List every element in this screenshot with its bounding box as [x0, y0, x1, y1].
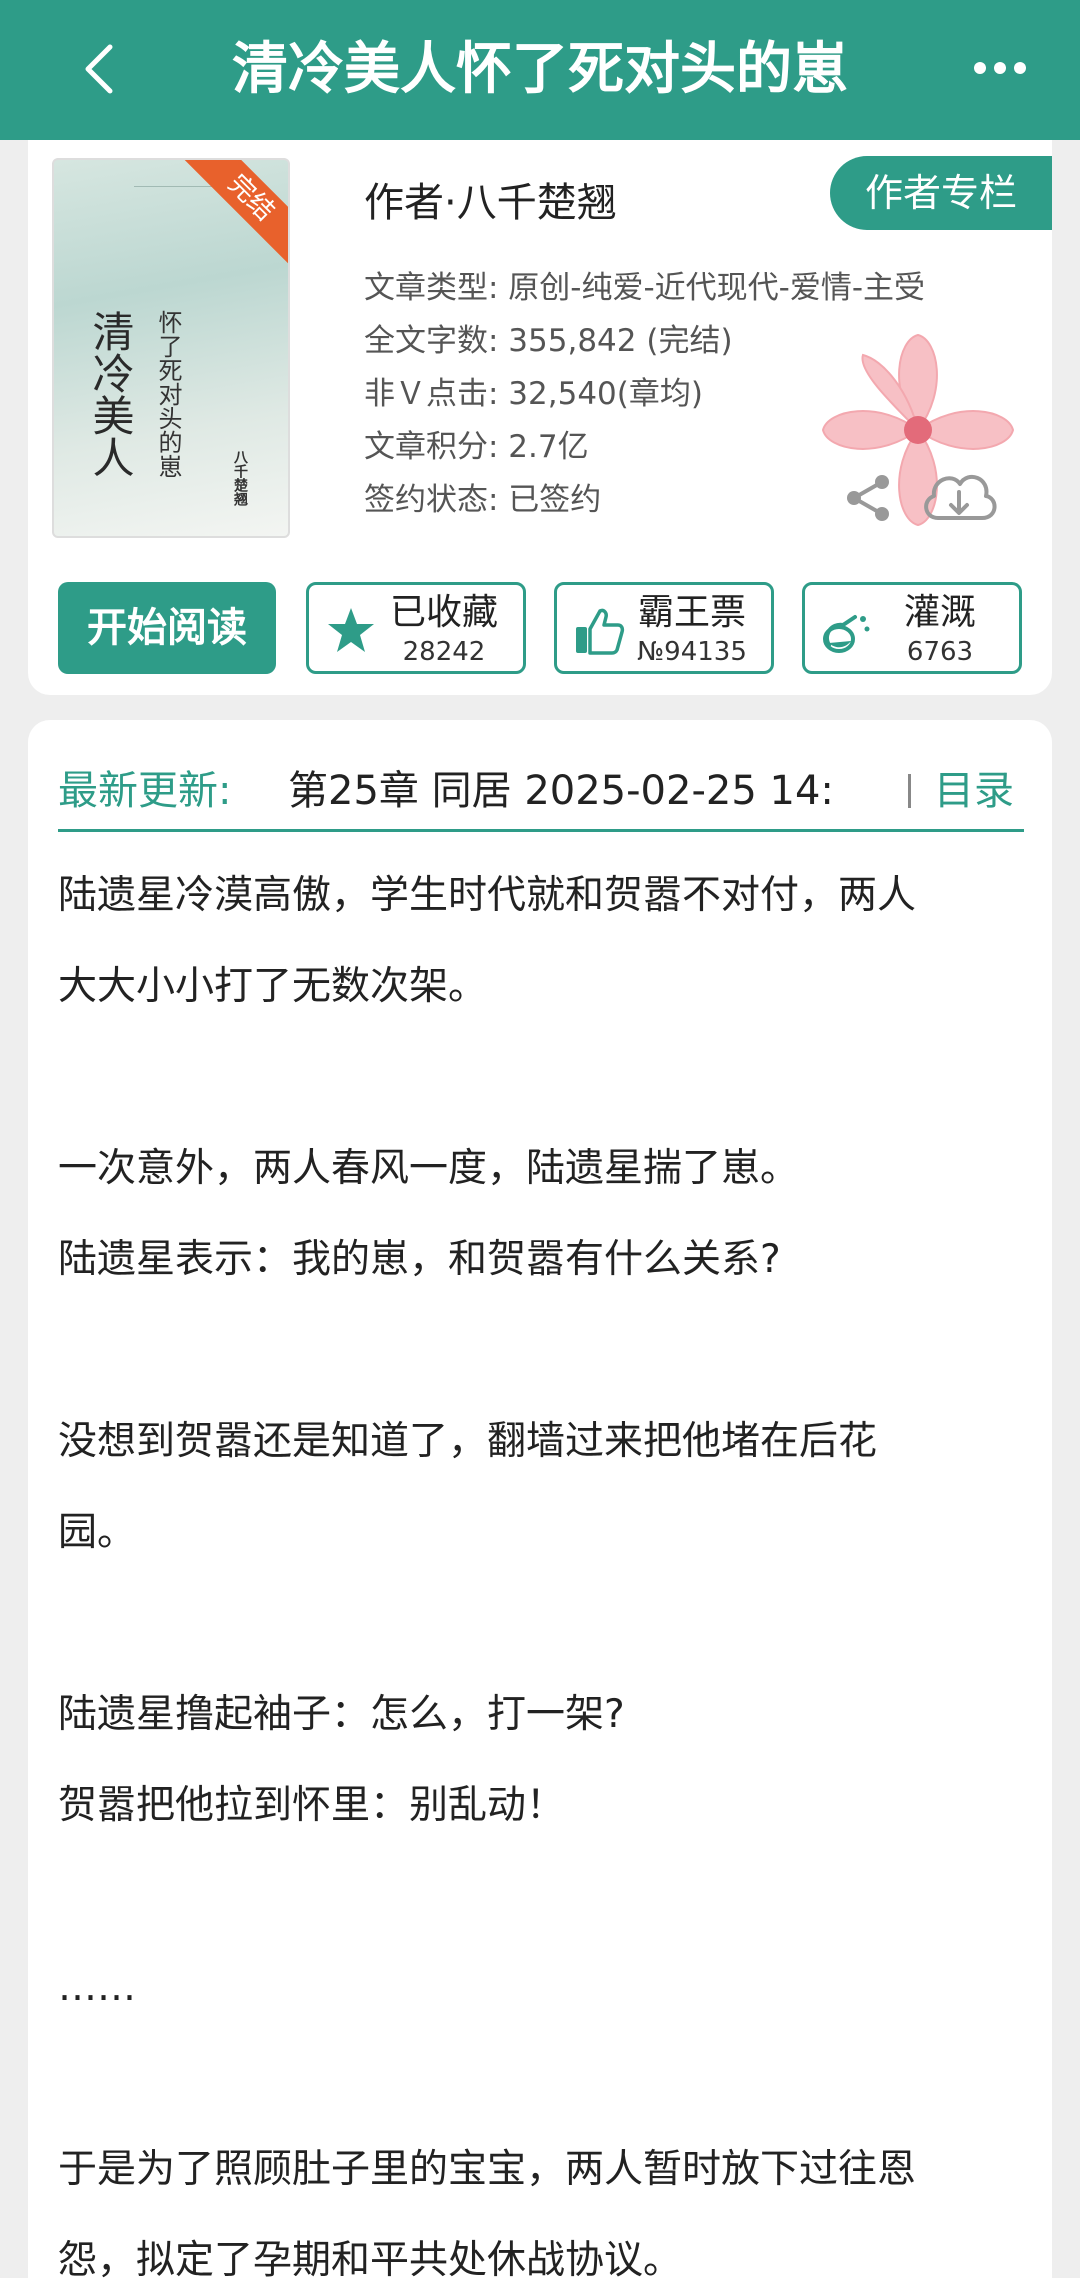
author-name[interactable]: 作者·八千楚翘	[364, 170, 617, 228]
summary-line: 贺嚣把他拉到怀里：别乱动！	[58, 1783, 566, 1828]
chevron-left-icon	[85, 44, 113, 94]
summary-line: 陆遗星表示：我的崽，和贺嚣有什么关系?	[58, 1237, 781, 1282]
irrigate-label: 灌溉	[903, 592, 976, 633]
meta-genre: 文章类型: 原创-纯爱-近代现代-爱情-主受	[364, 270, 926, 306]
more-dots-icon	[974, 62, 1026, 74]
cover-author: 八千楚翘	[232, 450, 248, 506]
author-column-button[interactable]: 作者专栏	[830, 156, 1052, 230]
completed-badge: 完结	[183, 160, 288, 266]
start-reading-button[interactable]: 开始阅读	[58, 582, 276, 674]
summary-line: 园。	[58, 1510, 137, 1555]
summary-line	[58, 1305, 1038, 1396]
cover-title: 清冷美人	[86, 310, 135, 478]
book-summary-card: 最新更新: 第25章 同居 2025-02-25 14: 目录 陆遗星冷漠高傲，…	[28, 720, 1052, 2278]
star-icon	[328, 608, 374, 652]
bawang-ticket-label: 霸王票	[637, 592, 746, 633]
bawang-ticket-count: №94135	[637, 637, 747, 667]
summary-line: 怨，拟定了孕期和平共处休战协议。	[58, 2238, 683, 2278]
summary-line: 陆遗星撸起袖子：怎么，打一架?	[58, 1692, 625, 1737]
thumbs-up-icon	[576, 608, 625, 655]
share-icon[interactable]	[840, 470, 896, 526]
cloud-download-icon[interactable]	[918, 462, 1000, 532]
action-buttons: 开始阅读 已收藏 28242 霸王票 №94135 灌溉 6763	[58, 582, 1028, 674]
summary-text: 陆遗星冷漠高傲，学生时代就和贺嚣不对付，两人 大大小小打了无数次架。 一次意外，…	[58, 850, 1038, 2278]
more-button[interactable]	[960, 38, 1040, 98]
book-meta: 文章类型: 原创-纯爱-近代现代-爱情-主受 全文字数: 355,842 (完结…	[364, 262, 926, 527]
summary-line: 大大小小打了无数次架。	[58, 964, 488, 1009]
irrigate-button[interactable]: 灌溉 6763	[802, 582, 1022, 674]
book-info-card: 完结 清冷美人 怀了死对头的崽 八千楚翘 作者·八千楚翘 作者专栏 文章类型: …	[28, 140, 1052, 695]
meta-clicks: 非Ｖ点击: 32,540(章均)	[364, 376, 703, 412]
irrigate-count: 6763	[906, 637, 974, 667]
latest-update-bar: 最新更新: 第25章 同居 2025-02-25 14: 目录	[58, 750, 1024, 832]
meta-word-count: 全文字数: 355,842 (完结)	[364, 323, 733, 359]
summary-line: 于是为了照顾肚子里的宝宝，两人暂时放下过往恩	[58, 2147, 917, 2192]
summary-line: 没想到贺嚣还是知道了，翻墙过来把他堵在后花	[58, 1419, 878, 1464]
book-cover[interactable]: 完结 清冷美人 怀了死对头的崽 八千楚翘	[52, 158, 290, 538]
summary-line	[58, 1032, 1038, 1123]
summary-line: 陆遗星冷漠高傲，学生时代就和贺嚣不对付，两人	[58, 873, 917, 918]
table-of-contents-link[interactable]: 目录	[934, 750, 1014, 829]
divider	[908, 774, 911, 808]
summary-line	[58, 1578, 1038, 1669]
collect-button[interactable]: 已收藏 28242	[306, 582, 526, 674]
cover-subtitle: 怀了死对头的崽	[154, 310, 182, 478]
summary-line: 一次意外，两人春风一度，陆遗星揣了崽。	[58, 1146, 800, 1191]
latest-chapter-link[interactable]: 第25章 同居 2025-02-25 14:	[288, 750, 888, 829]
summary-line	[58, 2033, 1038, 2124]
potion-flask-icon	[823, 615, 870, 653]
back-button[interactable]	[70, 34, 130, 104]
latest-update-label: 最新更新:	[58, 768, 232, 814]
bawang-ticket-button[interactable]: 霸王票 №94135	[554, 582, 774, 674]
top-bar: 清冷美人怀了死对头的崽	[0, 0, 1080, 140]
summary-line	[58, 1851, 1038, 1942]
meta-score: 文章积分: 2.7亿	[364, 429, 589, 465]
collect-label: 已收藏	[389, 592, 498, 633]
page-title: 清冷美人怀了死对头的崽	[232, 37, 848, 102]
collect-count: 28242	[402, 637, 486, 667]
meta-contract: 签约状态: 已签约	[364, 482, 602, 518]
summary-line: ……	[58, 1965, 136, 2010]
